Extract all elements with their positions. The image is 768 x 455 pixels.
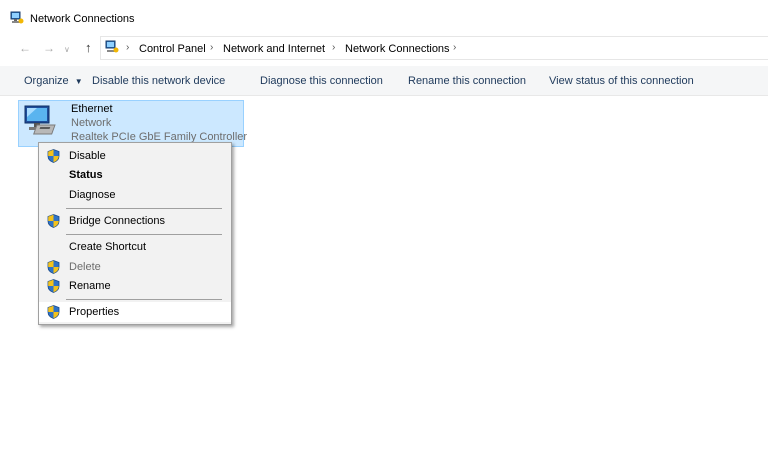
organize-button[interactable]: Organize ▼ [24,75,83,87]
address-network-icon [105,40,119,54]
menu-item-delete-label: Delete [69,261,101,273]
chevron-down-icon[interactable]: ∨ [64,45,70,54]
breadcrumb-separator: › [332,42,336,53]
dropdown-arrow-icon: ▼ [74,77,83,86]
breadcrumb-control-panel[interactable]: Control Panel [139,43,206,55]
menu-item-delete[interactable] [39,257,231,277]
connection-name: Ethernet [71,103,113,115]
menu-item-properties-label: Properties [69,306,120,318]
menu-item-properties[interactable] [39,302,231,322]
breadcrumb-network-connections[interactable]: Network Connections [345,43,450,55]
connection-type: Network [71,117,112,129]
uac-shield-icon [47,305,60,319]
menu-item-rename[interactable] [39,276,231,296]
back-arrow-icon[interactable]: ← [19,41,31,55]
menu-item-create-shortcut-label: Create Shortcut [69,241,147,253]
uac-shield-icon [47,260,60,274]
ethernet-adapter-icon [23,103,67,141]
view-status-button[interactable]: View status of this connection [549,75,694,87]
organize-label: Organize [24,75,69,87]
diagnose-connection-button[interactable]: Diagnose this connection [260,75,383,87]
breadcrumb-separator: › [453,42,457,53]
menu-item-status[interactable] [39,165,231,185]
uac-shield-icon [47,279,60,293]
forward-arrow-icon[interactable]: → [43,41,55,55]
disable-device-button[interactable]: Disable this network device [92,75,225,87]
rename-connection-button[interactable]: Rename this connection [408,75,526,87]
menu-separator [66,208,222,209]
uac-shield-icon [47,214,60,228]
menu-item-rename-label: Rename [69,280,111,292]
window-title: Network Connections [30,13,135,25]
breadcrumb-separator: › [210,42,214,53]
menu-separator [66,299,222,300]
menu-item-diagnose-label: Diagnose [69,189,116,201]
menu-item-bridge-connections-label: Bridge Connections [69,215,166,227]
menu-item-diagnose[interactable] [39,185,231,205]
menu-item-disable-label: Disable [69,150,106,162]
uac-shield-icon [47,149,60,163]
menu-separator [66,234,222,235]
menu-item-status-label: Status [69,169,103,181]
up-arrow-icon[interactable]: ↑ [85,40,92,55]
breadcrumb-separator: › [126,42,130,53]
breadcrumb-network-and-internet[interactable]: Network and Internet [223,43,325,55]
menu-item-disable[interactable] [39,146,231,166]
network-connections-icon [10,11,24,25]
